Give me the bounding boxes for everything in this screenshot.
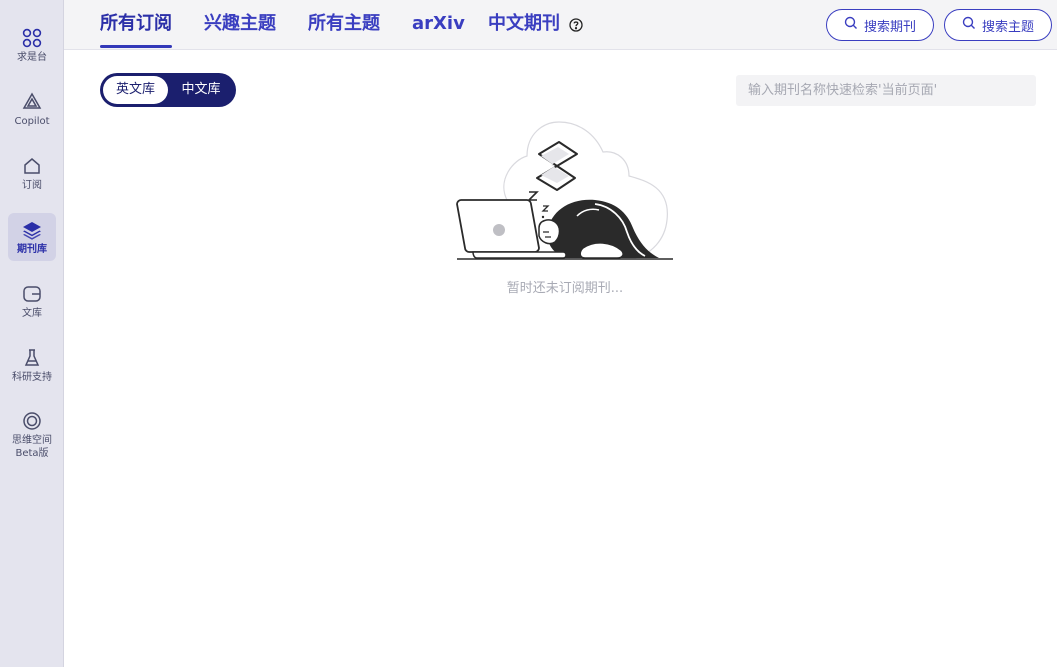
- sidebar-item-qiushitai[interactable]: 求是台: [8, 21, 56, 69]
- sidebar-item-mind-space[interactable]: 思维空间 Beta版: [8, 404, 56, 466]
- search-topic-label: 搜索主题: [981, 19, 1034, 35]
- sidebar-item-label: 求是台: [17, 51, 47, 63]
- tab-arxiv[interactable]: arXiv: [412, 12, 465, 36]
- top-nav: 所有订阅 兴趣主题 所有主题 arXiv 中文期刊 搜索期刊 搜索主题: [64, 0, 1057, 50]
- flask-icon: [21, 347, 43, 369]
- sidebar-item-label: 文库: [22, 307, 42, 319]
- sidebar: 求是台 Copilot 订阅 期刊库 文库 科研支持 思维空间 Beta版: [0, 0, 64, 667]
- sidebar-item-label: Copilot: [14, 115, 50, 127]
- search-journal-label: 搜索期刊: [863, 19, 916, 35]
- sidebar-item-journal-library[interactable]: 期刊库: [8, 213, 56, 261]
- layers-icon: [21, 219, 43, 241]
- tab-interest-topics[interactable]: 兴趣主题: [204, 12, 276, 36]
- active-tab-indicator: [100, 45, 172, 48]
- sidebar-item-subscribe[interactable]: 订阅: [8, 149, 56, 197]
- home-icon: [21, 155, 43, 177]
- grid-icon: [21, 27, 43, 49]
- beta-badge: Beta版: [15, 447, 49, 459]
- orbit-icon: [21, 410, 43, 432]
- sidebar-item-label: 订阅: [22, 179, 42, 191]
- sidebar-item-research-support[interactable]: 科研支持: [8, 341, 56, 389]
- empty-state-message: 暂时还未订阅期刊...: [506, 281, 624, 296]
- sidebar-item-label: 思维空间: [12, 434, 52, 446]
- app-root: 求是台 Copilot 订阅 期刊库 文库 科研支持 思维空间 Beta版 所有…: [0, 0, 1057, 667]
- journal-quick-search-input[interactable]: [736, 75, 1036, 106]
- sidebar-item-label: 期刊库: [17, 243, 47, 255]
- toggle-english-library[interactable]: 英文库: [103, 76, 168, 104]
- search-icon: [962, 16, 976, 34]
- tab-chinese-journals[interactable]: 中文期刊: [488, 12, 560, 36]
- search-topic-button[interactable]: 搜索主题: [944, 9, 1052, 41]
- search-journal-button[interactable]: 搜索期刊: [826, 9, 934, 41]
- help-icon[interactable]: [569, 17, 583, 32]
- sidebar-item-label: 科研支持: [12, 371, 52, 383]
- library-toggle: 英文库 中文库: [100, 73, 236, 107]
- toggle-chinese-library[interactable]: 中文库: [170, 76, 232, 104]
- copilot-icon: [21, 91, 43, 113]
- search-icon: [844, 16, 858, 34]
- tab-all-topics[interactable]: 所有主题: [308, 12, 380, 36]
- sidebar-item-copilot[interactable]: Copilot: [8, 85, 56, 133]
- tab-all-subscriptions[interactable]: 所有订阅: [100, 12, 172, 36]
- sidebar-item-library[interactable]: 文库: [8, 277, 56, 325]
- folder-icon: [21, 283, 43, 305]
- empty-state-illustration: [455, 120, 675, 265]
